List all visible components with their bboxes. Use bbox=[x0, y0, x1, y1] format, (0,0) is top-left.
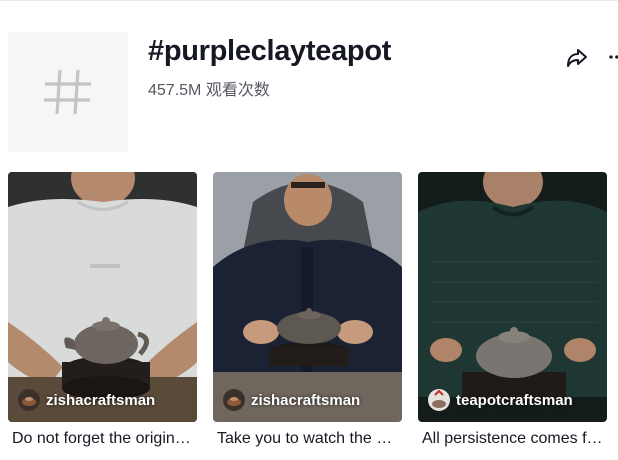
video-card[interactable]: teapotcraftsman All persistence comes fr… bbox=[418, 172, 607, 452]
video-grid: zishacraftsman Do not forget the origina… bbox=[8, 172, 618, 460]
video-card[interactable]: zishacraftsman Do not forget the origina… bbox=[8, 172, 197, 452]
video-caption[interactable]: Take you to watch the making bbox=[217, 430, 402, 448]
video-author[interactable]: teapotcraftsman bbox=[428, 388, 573, 412]
hashtag-header: #purpleclayteapot 457.5M 观看次数 bbox=[8, 32, 618, 152]
video-thumbnail[interactable] bbox=[8, 172, 197, 422]
author-name[interactable]: zishacraftsman bbox=[251, 392, 360, 409]
view-count: 457.5M 观看次数 bbox=[148, 82, 270, 99]
video-author[interactable]: zishacraftsman bbox=[223, 388, 360, 412]
avatar[interactable] bbox=[18, 389, 40, 411]
top-divider bbox=[0, 0, 618, 1]
avatar[interactable] bbox=[428, 389, 450, 411]
page-title: #purpleclayteapot bbox=[148, 35, 392, 67]
author-name[interactable]: teapotcraftsman bbox=[456, 392, 573, 409]
video-card[interactable]: zishacraftsman Take you to watch the mak… bbox=[213, 172, 402, 452]
author-name[interactable]: zishacraftsman bbox=[46, 392, 155, 409]
more-icon bbox=[609, 55, 618, 59]
video-thumbnail[interactable] bbox=[213, 172, 402, 422]
more-button[interactable] bbox=[606, 44, 618, 70]
hashtag-icon bbox=[44, 69, 91, 115]
video-author[interactable]: zishacraftsman bbox=[18, 388, 155, 412]
avatar[interactable] bbox=[223, 389, 245, 411]
share-icon bbox=[567, 49, 587, 67]
video-caption[interactable]: All persistence comes from love bbox=[422, 430, 607, 448]
hashtag-avatar bbox=[8, 32, 128, 152]
share-button[interactable] bbox=[564, 44, 590, 70]
video-caption[interactable]: Do not forget the original intention bbox=[12, 430, 197, 448]
video-thumbnail[interactable] bbox=[418, 172, 607, 422]
